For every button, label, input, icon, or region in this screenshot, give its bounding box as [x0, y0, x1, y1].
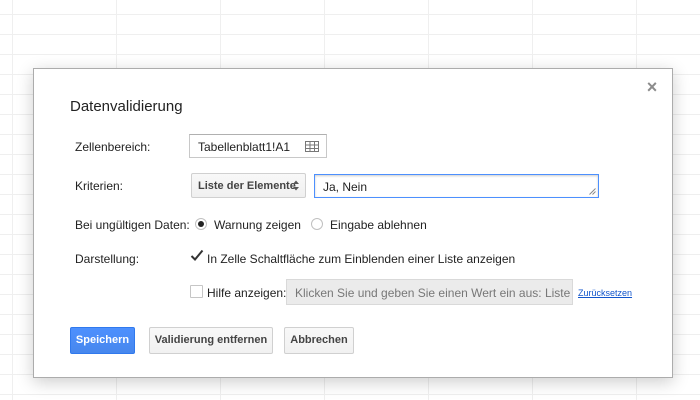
help-text-placeholder: Klicken Sie und geben Sie einen Wert ein…	[295, 286, 573, 300]
cell-range-label: Zellenbereich:	[75, 140, 151, 154]
criteria-label: Kriterien:	[75, 179, 124, 193]
radio-show-warning-label: Warnung zeigen	[214, 218, 301, 232]
checkmark-icon[interactable]	[190, 249, 204, 262]
cell-range-value: Tabellenblatt1!A1	[198, 140, 291, 154]
appearance-label: Darstellung:	[75, 252, 140, 266]
grid-icon[interactable]	[305, 141, 319, 152]
reset-link[interactable]: Zurücksetzen	[578, 288, 632, 298]
remove-validation-button[interactable]: Validierung entfernen	[149, 327, 273, 354]
show-dropdown-label: In Zelle Schaltfläche zum Einblenden ein…	[207, 252, 516, 266]
show-help-checkbox[interactable]	[190, 285, 203, 298]
radio-reject-input[interactable]	[311, 218, 323, 230]
cell-range-input[interactable]: Tabellenblatt1!A1	[189, 134, 327, 158]
criteria-type-select[interactable]: Liste der Elemente	[191, 173, 306, 198]
radio-reject-input-label: Eingabe ablehnen	[330, 218, 427, 232]
criteria-values-text: Ja, Nein	[323, 180, 368, 194]
help-text-input[interactable]: Klicken Sie und geben Sie einen Wert ein…	[286, 279, 573, 305]
radio-show-warning[interactable]	[195, 218, 207, 230]
criteria-type-value: Liste der Elemente	[198, 180, 296, 192]
resize-grip-icon[interactable]	[589, 188, 596, 195]
show-help-label: Hilfe anzeigen:	[207, 286, 287, 300]
invalid-data-label: Bei ungültigen Daten:	[75, 218, 190, 232]
cancel-button[interactable]: Abbrechen	[284, 327, 354, 354]
criteria-values-input[interactable]: Ja, Nein	[314, 174, 599, 198]
data-validation-dialog: × Datenvalidierung Zellenbereich: Tabell…	[33, 68, 673, 378]
save-button[interactable]: Speichern	[70, 327, 135, 354]
up-down-arrow-icon	[293, 180, 299, 191]
close-icon[interactable]: ×	[644, 78, 660, 96]
dialog-title: Datenvalidierung	[70, 98, 183, 115]
